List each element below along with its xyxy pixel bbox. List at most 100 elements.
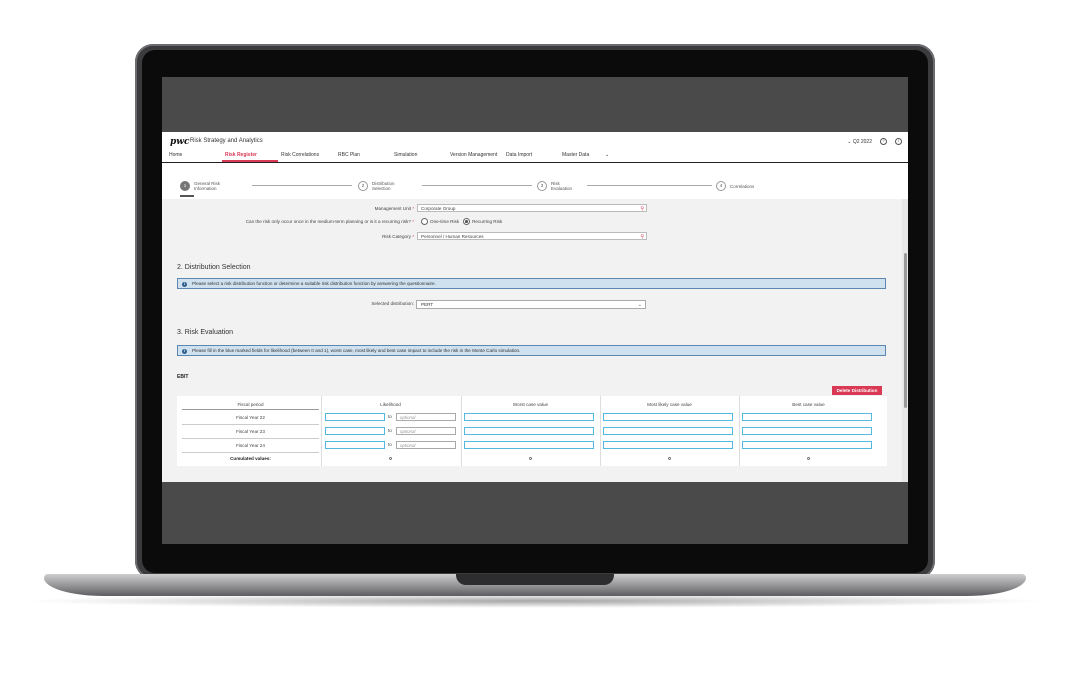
delete-distribution-button[interactable]: Delete Distribution bbox=[832, 386, 882, 395]
app-title: Risk Strategy and Analytics bbox=[190, 138, 263, 144]
nav-simulation[interactable]: Simulation bbox=[394, 152, 417, 158]
step-connector bbox=[587, 185, 712, 186]
best-case-input-fy23[interactable] bbox=[742, 427, 872, 435]
distribution-select[interactable]: PERT ⌄ bbox=[416, 300, 646, 309]
cumulated-values-label: Cumulated values: bbox=[230, 456, 271, 461]
likelihood-input-fy23[interactable] bbox=[325, 427, 385, 435]
nav-risk-correlations[interactable]: Risk Correlations bbox=[281, 152, 319, 158]
risk-category-row: Risk Category * Personnel / Human Resour… bbox=[162, 232, 647, 240]
nav-version-management[interactable]: Version Management bbox=[450, 152, 497, 158]
col-best-case: Best case value bbox=[792, 402, 825, 407]
one-time-risk-label: One-time Risk bbox=[430, 219, 460, 224]
row-fiscal-year-22: Fiscal Year 22 bbox=[236, 415, 265, 420]
step-label: Risk Evaluation bbox=[551, 181, 573, 191]
management-unit-input[interactable]: Corporate Group ⚲ bbox=[417, 204, 647, 212]
distribution-select-value: PERT bbox=[421, 302, 434, 307]
active-step-indicator bbox=[180, 195, 194, 197]
risk-category-value: Personnel / Human Resources bbox=[421, 234, 484, 239]
app-window: pwc Risk Strategy and Analytics ⌄ Q2 202… bbox=[162, 132, 908, 482]
pwc-logo: pwc bbox=[170, 137, 190, 147]
cumulated-best-case: 0 bbox=[807, 456, 810, 461]
nav-rbc-plan[interactable]: RBC Plan bbox=[338, 152, 360, 158]
best-case-input-fy24[interactable] bbox=[742, 441, 872, 449]
nav-home[interactable]: Home bbox=[169, 152, 182, 158]
distribution-selection-heading: 2. Distribution Selection bbox=[177, 264, 251, 271]
evaluation-info-text: Please fill in the blue marked fields fo… bbox=[192, 348, 521, 353]
wizard-stepper: 1 General Risk Information 2 Distributio… bbox=[162, 163, 908, 200]
risk-category-input[interactable]: Personnel / Human Resources ⚲ bbox=[417, 232, 647, 240]
row-divider bbox=[182, 452, 319, 453]
most-likely-input-fy24[interactable] bbox=[603, 441, 733, 449]
likelihood-input-fy22[interactable] bbox=[325, 413, 385, 421]
required-mark: * bbox=[412, 205, 414, 211]
form-content: Management Unit * Corporate Group ⚲ Can t… bbox=[162, 199, 902, 482]
row-fiscal-year-23: Fiscal Year 23 bbox=[236, 429, 265, 434]
to-label: to bbox=[388, 442, 392, 447]
worst-case-input-fy24[interactable] bbox=[464, 441, 594, 449]
management-unit-value: Corporate Group bbox=[421, 206, 456, 211]
evaluation-info-banner: i Please fill in the blue marked fields … bbox=[177, 345, 886, 356]
risk-category-label: Risk Category bbox=[382, 233, 411, 239]
step-number: 2 bbox=[358, 181, 368, 191]
step-number: 1 bbox=[180, 181, 190, 191]
management-unit-row: Management Unit * Corporate Group ⚲ bbox=[162, 204, 647, 212]
step-correlations[interactable]: 4 Correlations bbox=[716, 181, 760, 191]
col-likelihood: Likelihood bbox=[380, 402, 401, 407]
row-fiscal-year-24: Fiscal Year 24 bbox=[236, 443, 265, 448]
main-nav: Home Risk Register Risk Correlations RBC… bbox=[162, 150, 908, 163]
recurring-risk-row: Can the risk only occur once in the medi… bbox=[162, 218, 502, 225]
recurring-risk-radio[interactable] bbox=[463, 218, 471, 225]
nav-data-import[interactable]: Data Import bbox=[506, 152, 532, 158]
col-worst-case: Worst case value bbox=[512, 402, 549, 407]
search-icon[interactable]: ⚲ bbox=[640, 233, 644, 241]
step-number: 4 bbox=[716, 181, 726, 191]
nav-active-underline bbox=[222, 160, 278, 162]
row-divider bbox=[182, 424, 319, 425]
nav-risk-register[interactable]: Risk Register bbox=[225, 152, 257, 158]
best-case-input-fy22[interactable] bbox=[742, 413, 872, 421]
scrollbar-thumb[interactable] bbox=[903, 253, 907, 408]
step-risk-evaluation[interactable]: 3 Risk Evaluation bbox=[537, 181, 581, 191]
top-right-controls: ⌄ Q2 2022 ? i bbox=[847, 138, 902, 145]
likelihood-optional-fy22[interactable]: optional bbox=[396, 413, 456, 421]
info-icon: i bbox=[182, 281, 187, 287]
period-label: Q2 2022 bbox=[852, 138, 872, 145]
risk-evaluation-heading: 3. Risk Evaluation bbox=[177, 329, 234, 336]
col-most-likely: Most likely case value bbox=[647, 402, 692, 407]
nav-master-data[interactable]: Master Data bbox=[562, 152, 589, 158]
evaluation-table: Fiscal period Likelihood Worst case valu… bbox=[177, 396, 887, 466]
step-connector bbox=[252, 185, 352, 186]
required-mark: * bbox=[412, 219, 414, 224]
step-connector bbox=[422, 185, 532, 186]
step-general-risk-information[interactable]: 1 General Risk Information bbox=[180, 181, 224, 191]
recurring-risk-label-option: Recurring Risk bbox=[472, 219, 503, 224]
cumulated-most-likely: 0 bbox=[668, 456, 671, 461]
most-likely-input-fy23[interactable] bbox=[603, 427, 733, 435]
most-likely-input-fy22[interactable] bbox=[603, 413, 733, 421]
info-icon[interactable]: i bbox=[895, 138, 902, 145]
distribution-info-banner: i Please select a risk distribution func… bbox=[177, 278, 886, 289]
laptop-shadow bbox=[20, 594, 1050, 608]
distribution-info-text: Please select a risk distribution functi… bbox=[192, 281, 436, 286]
cumulated-likelihood: 0 bbox=[389, 456, 392, 461]
laptop-screen: pwc Risk Strategy and Analytics ⌄ Q2 202… bbox=[162, 77, 908, 544]
one-time-risk-radio[interactable] bbox=[421, 218, 428, 225]
likelihood-optional-fy23[interactable]: optional bbox=[396, 427, 456, 435]
management-unit-label: Management Unit bbox=[374, 205, 411, 211]
laptop-notch bbox=[456, 574, 614, 585]
likelihood-optional-fy24[interactable]: optional bbox=[396, 441, 456, 449]
search-icon[interactable]: ⚲ bbox=[640, 205, 644, 213]
period-selector[interactable]: ⌄ Q2 2022 bbox=[847, 139, 872, 145]
vertical-scrollbar[interactable] bbox=[902, 199, 908, 482]
chevron-down-icon[interactable]: ⌄ bbox=[605, 152, 609, 158]
chevron-down-icon: ⌄ bbox=[637, 302, 642, 308]
worst-case-input-fy22[interactable] bbox=[464, 413, 594, 421]
col-fiscal-period: Fiscal period bbox=[237, 402, 264, 407]
help-icon[interactable]: ? bbox=[880, 138, 887, 145]
to-label: to bbox=[388, 414, 392, 419]
worst-case-input-fy23[interactable] bbox=[464, 427, 594, 435]
step-label: Distribution Selection bbox=[372, 181, 395, 191]
step-distribution-selection[interactable]: 2 Distribution Selection bbox=[358, 181, 402, 191]
selected-distribution-row: Selected distribution: bbox=[162, 301, 417, 306]
likelihood-input-fy24[interactable] bbox=[325, 441, 385, 449]
